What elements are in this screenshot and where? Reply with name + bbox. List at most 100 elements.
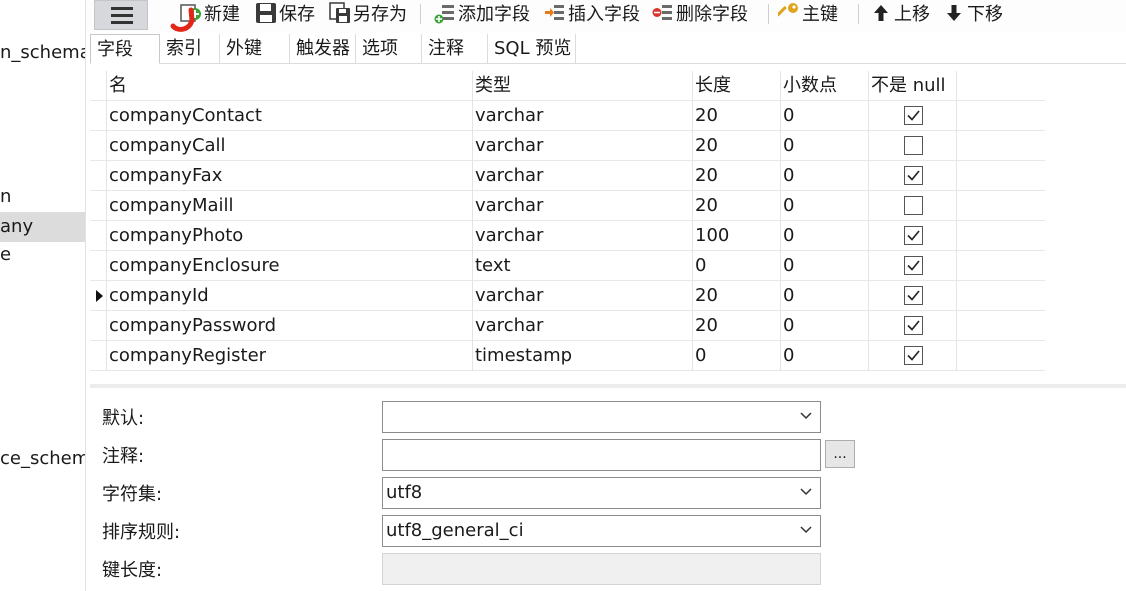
tab-comment[interactable]: 注释: [422, 34, 488, 64]
not-null-checkbox[interactable]: [904, 316, 923, 335]
row-indicator[interactable]: [90, 161, 107, 191]
field-extra-cell[interactable]: [957, 251, 1045, 281]
table-row[interactable]: companyEnclosure text 0 0: [90, 251, 1045, 281]
nav-item[interactable]: e: [0, 240, 85, 270]
not-null-checkbox[interactable]: [904, 286, 923, 305]
column-header-name[interactable]: 名: [107, 71, 473, 101]
delete-field-button[interactable]: 删除字段: [652, 0, 748, 26]
table-row[interactable]: companyFax varchar 20 0: [90, 161, 1045, 191]
insert-field-button[interactable]: 插入字段: [544, 0, 640, 26]
comment-ellipsis-button[interactable]: ...: [825, 440, 855, 468]
field-length-cell[interactable]: 0: [693, 251, 781, 281]
nav-item[interactable]: n: [0, 182, 85, 212]
hamburger-menu-button[interactable]: [94, 0, 148, 30]
field-decimals-cell[interactable]: 0: [781, 281, 869, 311]
charset-dropdown[interactable]: utf8: [382, 477, 821, 509]
column-header-decimals[interactable]: 小数点: [781, 71, 869, 101]
row-indicator[interactable]: [90, 251, 107, 281]
field-type-cell[interactable]: varchar: [473, 311, 693, 341]
field-type-cell[interactable]: varchar: [473, 191, 693, 221]
row-indicator[interactable]: [90, 281, 107, 311]
field-length-cell[interactable]: 100: [693, 221, 781, 251]
field-extra-cell[interactable]: [957, 161, 1045, 191]
tab-sql-preview[interactable]: SQL 预览: [488, 34, 576, 64]
field-length-cell[interactable]: 20: [693, 191, 781, 221]
tab-indexes[interactable]: 索引: [160, 34, 220, 64]
field-length-cell[interactable]: 0: [693, 341, 781, 371]
field-not-null-cell[interactable]: [869, 311, 957, 341]
column-header-length[interactable]: 长度: [693, 71, 781, 101]
not-null-checkbox[interactable]: [904, 256, 923, 275]
tab-options[interactable]: 选项: [356, 34, 422, 64]
column-header-not-null[interactable]: 不是 null: [869, 71, 957, 101]
table-row[interactable]: companyId varchar 20 0: [90, 281, 1045, 311]
field-not-null-cell[interactable]: [869, 131, 957, 161]
tab-fields[interactable]: 字段: [90, 34, 160, 64]
collation-dropdown[interactable]: utf8_general_ci: [382, 515, 821, 547]
field-decimals-cell[interactable]: 0: [781, 341, 869, 371]
field-name-cell[interactable]: companyContact: [107, 101, 473, 131]
field-decimals-cell[interactable]: 0: [781, 101, 869, 131]
not-null-checkbox[interactable]: [904, 166, 923, 185]
table-row[interactable]: companyContact varchar 20 0: [90, 101, 1045, 131]
nav-item[interactable]: n_schema: [0, 38, 85, 68]
field-decimals-cell[interactable]: 0: [781, 221, 869, 251]
field-length-cell[interactable]: 20: [693, 131, 781, 161]
primary-key-button[interactable]: 主键: [776, 0, 838, 26]
default-dropdown[interactable]: [382, 401, 821, 433]
save-button[interactable]: 保存: [255, 0, 315, 26]
field-length-cell[interactable]: 20: [693, 101, 781, 131]
table-row[interactable]: companyCall varchar 20 0: [90, 131, 1045, 161]
field-type-cell[interactable]: varchar: [473, 161, 693, 191]
field-decimals-cell[interactable]: 0: [781, 191, 869, 221]
comment-input[interactable]: [382, 439, 821, 471]
field-not-null-cell[interactable]: [869, 221, 957, 251]
field-name-cell[interactable]: companyCall: [107, 131, 473, 161]
table-row[interactable]: companyRegister timestamp 0 0: [90, 341, 1045, 371]
field-type-cell[interactable]: varchar: [473, 221, 693, 251]
field-extra-cell[interactable]: [957, 311, 1045, 341]
field-not-null-cell[interactable]: [869, 251, 957, 281]
row-indicator[interactable]: [90, 221, 107, 251]
move-up-button[interactable]: 上移: [870, 0, 930, 26]
field-type-cell[interactable]: varchar: [473, 281, 693, 311]
not-null-checkbox[interactable]: [904, 226, 923, 245]
column-header-type[interactable]: 类型: [473, 71, 693, 101]
not-null-checkbox[interactable]: [904, 196, 923, 215]
field-length-cell[interactable]: 20: [693, 311, 781, 341]
field-name-cell[interactable]: companyEnclosure: [107, 251, 473, 281]
field-not-null-cell[interactable]: [869, 101, 957, 131]
nav-item-selected[interactable]: any: [0, 212, 85, 242]
field-name-cell[interactable]: companyPassword: [107, 311, 473, 341]
field-decimals-cell[interactable]: 0: [781, 131, 869, 161]
tab-foreign-keys[interactable]: 外键: [220, 34, 290, 64]
row-indicator[interactable]: [90, 311, 107, 341]
move-down-button[interactable]: 下移: [943, 0, 1003, 26]
field-extra-cell[interactable]: [957, 281, 1045, 311]
field-extra-cell[interactable]: [957, 221, 1045, 251]
field-decimals-cell[interactable]: 0: [781, 161, 869, 191]
add-field-button[interactable]: 添加字段: [434, 0, 530, 26]
field-decimals-cell[interactable]: 0: [781, 251, 869, 281]
field-name-cell[interactable]: companyId: [107, 281, 473, 311]
not-null-checkbox[interactable]: [904, 136, 923, 155]
table-row[interactable]: companyMaill varchar 20 0: [90, 191, 1045, 221]
panel-divider[interactable]: [90, 384, 1126, 388]
field-not-null-cell[interactable]: [869, 341, 957, 371]
field-name-cell[interactable]: companyFax: [107, 161, 473, 191]
table-row[interactable]: companyPassword varchar 20 0: [90, 311, 1045, 341]
field-name-cell[interactable]: companyPhoto: [107, 221, 473, 251]
row-indicator[interactable]: [90, 101, 107, 131]
not-null-checkbox[interactable]: [904, 346, 923, 365]
field-extra-cell[interactable]: [957, 131, 1045, 161]
field-name-cell[interactable]: companyMaill: [107, 191, 473, 221]
field-type-cell[interactable]: timestamp: [473, 341, 693, 371]
field-length-cell[interactable]: 20: [693, 281, 781, 311]
field-type-cell[interactable]: varchar: [473, 101, 693, 131]
table-row[interactable]: companyPhoto varchar 100 0: [90, 221, 1045, 251]
row-indicator[interactable]: [90, 341, 107, 371]
field-decimals-cell[interactable]: 0: [781, 311, 869, 341]
field-not-null-cell[interactable]: [869, 281, 957, 311]
tab-triggers[interactable]: 触发器: [290, 34, 356, 64]
row-indicator[interactable]: [90, 131, 107, 161]
